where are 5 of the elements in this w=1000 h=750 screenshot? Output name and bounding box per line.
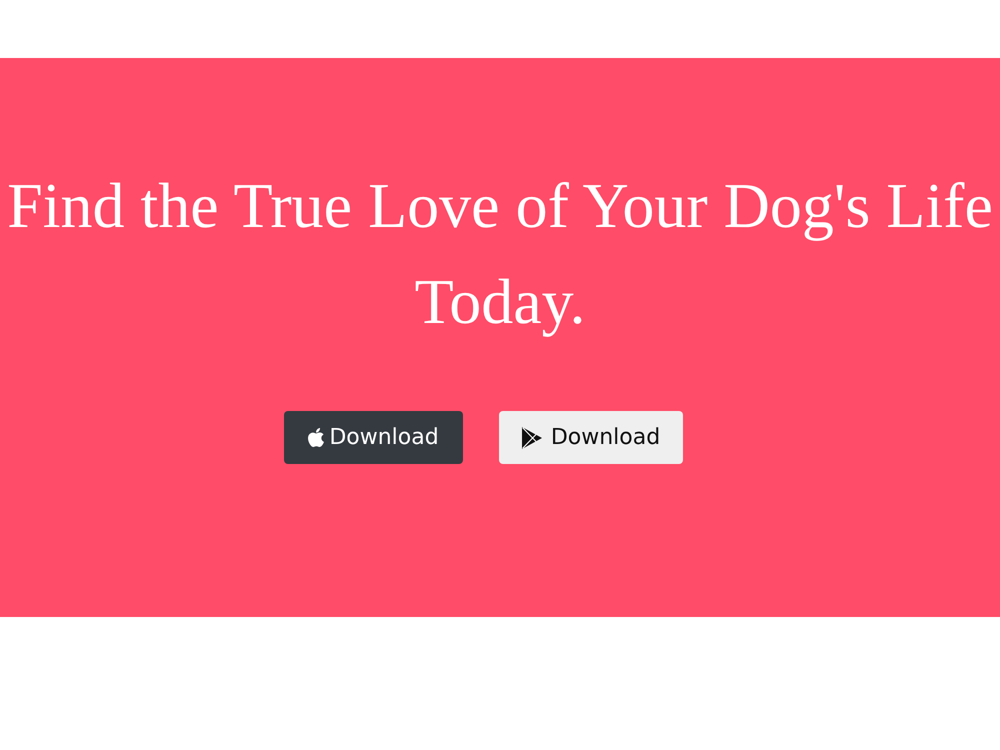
download-button[interactable]: Download xyxy=(284,411,463,464)
play-triangle-icon xyxy=(522,426,542,448)
hero-title: Find the True Love of Your Dog's Life Today. xyxy=(6,169,994,339)
apple-icon xyxy=(308,428,324,447)
download-button[interactable]: Download xyxy=(499,411,683,464)
